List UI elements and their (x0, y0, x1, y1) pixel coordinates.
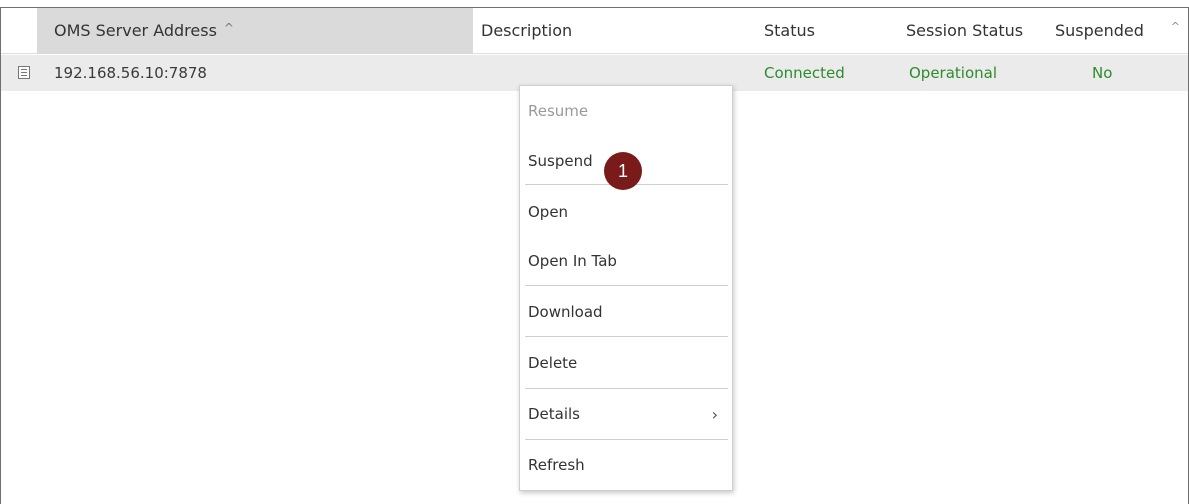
menu-item-label: Download (528, 303, 603, 321)
column-header-status[interactable]: Status (764, 8, 884, 54)
column-header-oms-server-address[interactable]: OMS Server Address ^ (37, 8, 473, 54)
menu-item-resume: Resume (520, 86, 732, 137)
scroll-up-icon[interactable]: ^ (1171, 20, 1180, 33)
cell-oms-server-address: 192.168.56.10:7878 (54, 64, 207, 82)
column-header-description[interactable]: Description (481, 8, 751, 54)
menu-item-open-in-tab[interactable]: Open In Tab (520, 236, 732, 287)
cell-session-status: Operational (909, 64, 998, 82)
menu-item-download[interactable]: Download (520, 287, 732, 338)
chevron-right-icon: › (711, 405, 718, 424)
column-header-label: OMS Server Address (54, 21, 217, 40)
callout-badge: 1 (604, 152, 642, 190)
menu-item-label: Details (528, 405, 581, 423)
column-header-label: Suspended (1055, 21, 1144, 40)
sort-caret-up-icon[interactable]: ^ (224, 5, 234, 51)
table-header-row: OMS Server Address ^ Description Status S… (1, 8, 1188, 54)
menu-item-details[interactable]: Details › (520, 389, 732, 440)
menu-item-open[interactable]: Open (520, 187, 732, 238)
cell-status: Connected (764, 64, 845, 82)
menu-divider (525, 285, 728, 286)
column-header-label: Description (481, 21, 573, 40)
column-header-session-status[interactable]: Session Status (906, 8, 1046, 54)
menu-divider (525, 336, 728, 337)
column-header-label: Status (764, 21, 815, 40)
column-header-label: Session Status (906, 21, 1024, 40)
menu-item-label: Suspend (528, 152, 593, 170)
column-header-suspended[interactable]: Suspended (1055, 8, 1155, 54)
row-detail-icon[interactable] (18, 66, 30, 79)
menu-item-label: Open In Tab (528, 252, 617, 270)
menu-item-label: Resume (528, 102, 589, 120)
cell-suspended: No (1092, 64, 1113, 82)
menu-item-label: Refresh (528, 456, 585, 474)
menu-item-refresh[interactable]: Refresh (520, 440, 732, 491)
context-menu: Resume Suspend Open Open In Tab Download… (519, 85, 733, 491)
menu-item-label: Open (528, 203, 569, 221)
menu-item-delete[interactable]: Delete (520, 338, 732, 389)
menu-item-label: Delete (528, 354, 578, 372)
callout-number: 1 (617, 161, 628, 181)
